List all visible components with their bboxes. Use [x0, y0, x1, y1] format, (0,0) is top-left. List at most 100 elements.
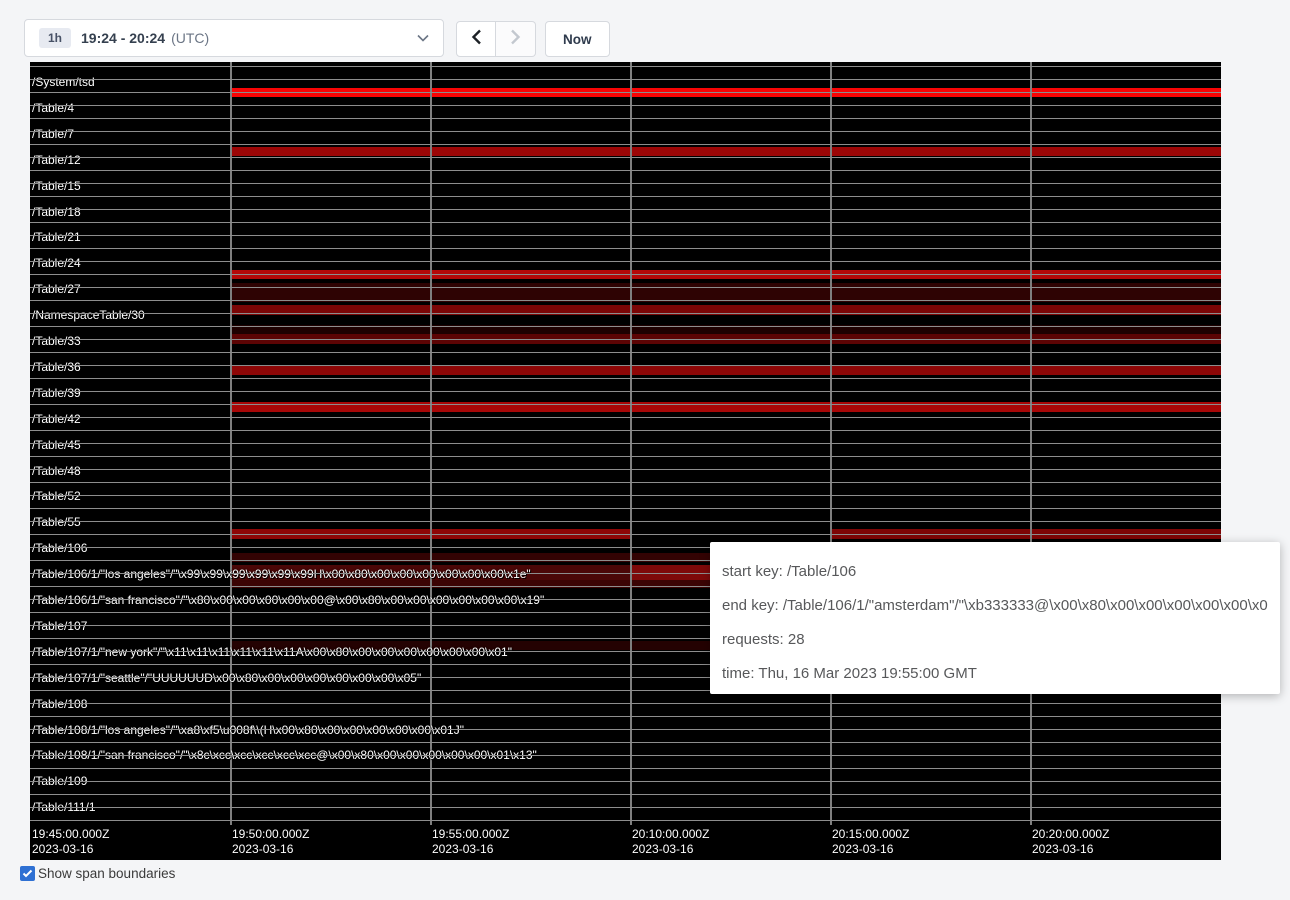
row-label: /Table/106: [32, 542, 87, 555]
tick-time: 19:50:00.000Z: [232, 827, 309, 842]
row-label: /Table/107: [32, 620, 87, 633]
span-boundary-line: [30, 729, 1221, 730]
row-label: /Table/36: [32, 361, 81, 374]
span-boundary-line: [30, 456, 1221, 457]
row-label: /NamespaceTable/30: [32, 309, 145, 322]
span-boundary-line: [30, 391, 1221, 392]
span-boundary-line: [30, 482, 1221, 483]
row-label: /Table/27: [32, 283, 81, 296]
footer: Show span boundaries: [20, 866, 175, 881]
span-boundary-line: [30, 404, 1221, 405]
span-boundary-line: [30, 66, 1221, 67]
span-boundary-line: [30, 300, 1221, 301]
x-axis-tick: 19:50:00.000Z2023-03-16: [232, 827, 309, 857]
span-boundary-line: [30, 807, 1221, 808]
span-boundary-line: [30, 703, 1221, 704]
row-label: /Table/45: [32, 439, 81, 452]
now-button[interactable]: Now: [545, 21, 610, 57]
span-boundary-line: [30, 313, 1221, 314]
span-boundary-line: [30, 248, 1221, 249]
row-label: /Table/108: [32, 698, 87, 711]
row-label: /System/tsd: [32, 76, 95, 89]
span-boundary-line: [30, 508, 1221, 509]
chevron-left-icon: [471, 29, 482, 50]
span-boundary-line: [30, 417, 1221, 418]
span-boundary-line: [30, 378, 1221, 379]
key-visualizer-page: 1h 19:24 - 20:24 (UTC) Now /System/tsd/T…: [0, 0, 1290, 900]
row-label: /Table/108/1/"los angeles"/"\xa8\xf5\u00…: [32, 724, 464, 737]
span-boundary-line: [30, 105, 1221, 106]
span-boundary-line: [30, 92, 1221, 93]
span-boundary-line: [30, 820, 1221, 821]
row-label: /Table/107/1/"new york"/"\x11\x11\x11\x1…: [32, 646, 512, 659]
tick-time: 19:45:00.000Z: [32, 827, 109, 842]
span-boundary-line: [30, 768, 1221, 769]
x-axis-tick: 20:20:00.000Z2023-03-16: [1032, 827, 1109, 857]
row-label: /Table/24: [32, 257, 81, 270]
span-boundary-line: [30, 495, 1221, 496]
span-boundary-line: [30, 716, 1221, 717]
row-label: /Table/12: [32, 154, 81, 167]
span-boundary-line: [30, 274, 1221, 275]
time-range-select[interactable]: 1h 19:24 - 20:24 (UTC): [24, 19, 444, 57]
tick-date: 2023-03-16: [432, 842, 509, 857]
span-boundary-line: [30, 209, 1221, 210]
row-label: /Table/55: [32, 516, 81, 529]
span-boundary-line: [30, 235, 1221, 236]
span-boundary-line: [30, 365, 1221, 366]
span-boundary-line: [30, 118, 1221, 119]
range-duration-badge: 1h: [39, 28, 71, 48]
heatmap-band[interactable]: [232, 365, 1221, 375]
span-boundary-line: [30, 339, 1221, 340]
row-label: /Table/106/1/"san francisco"/"\x80\x00\x…: [32, 594, 544, 607]
x-axis-tick: 19:45:00.000Z2023-03-16: [32, 827, 109, 857]
tick-date: 2023-03-16: [32, 842, 109, 857]
heatmap-band[interactable]: [232, 147, 1221, 156]
plot-area[interactable]: /System/tsd/Table/4/Table/7/Table/12/Tab…: [30, 62, 1221, 825]
span-boundary-line: [30, 521, 1221, 522]
range-label: 19:24 - 20:24: [81, 30, 165, 46]
span-boundary-line: [30, 131, 1221, 132]
x-axis-tick: 20:10:00.000Z2023-03-16: [632, 827, 709, 857]
row-label: /Table/39: [32, 387, 81, 400]
row-label: /Table/106/1/"los angeles"/"\x99\x99\x99…: [32, 568, 531, 581]
row-label: /Table/21: [32, 231, 81, 244]
previous-range-button[interactable]: [456, 21, 496, 57]
show-span-boundaries-checkbox[interactable]: [20, 866, 35, 881]
span-tooltip: start key: /Table/106 end key: /Table/10…: [710, 542, 1280, 694]
span-boundary-line: [30, 222, 1221, 223]
span-boundary-line: [30, 534, 1221, 535]
span-boundary-line: [30, 352, 1221, 353]
next-range-button[interactable]: [496, 21, 536, 57]
span-boundary-line: [30, 794, 1221, 795]
time-nav-group: [456, 21, 536, 57]
x-axis-tick: 20:15:00.000Z2023-03-16: [832, 827, 909, 857]
span-boundary-line: [30, 469, 1221, 470]
range-timezone: (UTC): [171, 30, 209, 46]
row-label: /Table/7: [32, 128, 74, 141]
span-boundary-line: [30, 144, 1221, 145]
span-boundary-line: [30, 755, 1221, 756]
span-boundary-line: [30, 79, 1221, 80]
tick-date: 2023-03-16: [232, 842, 309, 857]
tick-time: 19:55:00.000Z: [432, 827, 509, 842]
span-boundary-line: [30, 781, 1221, 782]
tooltip-requests: requests: 28: [722, 623, 1268, 657]
span-boundary-line: [30, 170, 1221, 171]
span-boundary-line: [30, 261, 1221, 262]
tooltip-time: time: Thu, 16 Mar 2023 19:55:00 GMT: [722, 657, 1268, 691]
span-boundary-line: [30, 326, 1221, 327]
tooltip-end-key: end key: /Table/106/1/"amsterdam"/"\xb33…: [722, 589, 1268, 623]
row-label: /Table/33: [32, 335, 81, 348]
tick-date: 2023-03-16: [832, 842, 909, 857]
tick-time: 20:10:00.000Z: [632, 827, 709, 842]
span-boundary-line: [30, 430, 1221, 431]
span-boundary-line: [30, 742, 1221, 743]
span-boundary-line: [30, 287, 1221, 288]
tick-date: 2023-03-16: [632, 842, 709, 857]
key-visualizer-canvas[interactable]: /System/tsd/Table/4/Table/7/Table/12/Tab…: [30, 62, 1221, 860]
tick-time: 20:15:00.000Z: [832, 827, 909, 842]
row-label: /Table/52: [32, 490, 81, 503]
chevron-down-icon: [417, 34, 429, 42]
row-label: /Table/15: [32, 180, 81, 193]
